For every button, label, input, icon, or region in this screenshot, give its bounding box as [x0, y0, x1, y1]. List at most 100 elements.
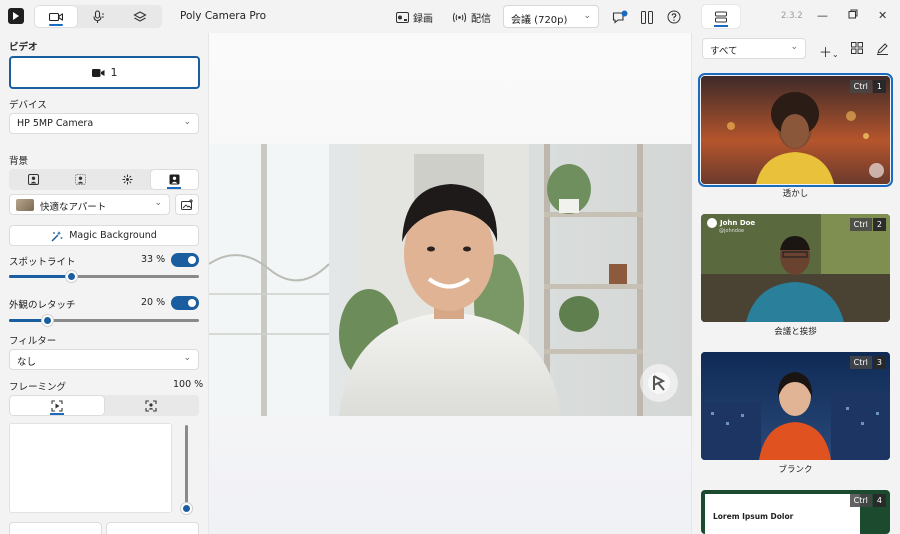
- overlay-name: John Doe: [720, 219, 756, 227]
- framing-heading: フレーミング: [9, 382, 67, 393]
- appearance-value: 20 %: [141, 297, 166, 308]
- magic-wand-icon: [51, 230, 63, 242]
- scene-card[interactable]: Lorem Ipsum Dolor Ctrl 4: [701, 490, 890, 534]
- mode-select-value: 会議 (720p): [511, 15, 568, 26]
- appearance-toggle[interactable]: [171, 296, 199, 310]
- overlay-title: Lorem Ipsum Dolor: [713, 512, 794, 521]
- sparkle-person-icon: [122, 174, 133, 185]
- shortcut-number: 1: [872, 80, 886, 93]
- image-add-icon: [180, 199, 193, 210]
- tab-background-replace[interactable]: [151, 170, 198, 189]
- chevron-down-icon: ⌄: [183, 353, 191, 363]
- microphone-icon: [93, 9, 104, 23]
- video-camera-icon: [91, 68, 104, 77]
- chevron-down-icon: ⌄: [183, 117, 191, 127]
- background-image-select[interactable]: 快適なアパート ⌄: [9, 194, 170, 215]
- camera-feed-image: [209, 144, 693, 416]
- tab-video[interactable]: [35, 6, 77, 27]
- record-label: 録画: [413, 14, 433, 25]
- mode-select[interactable]: 会議 (720p) ⌄: [503, 5, 599, 28]
- frame-person-icon: [145, 399, 157, 412]
- slider-thumb[interactable]: [40, 314, 54, 327]
- shortcut-badge: Ctrl 2: [849, 218, 886, 231]
- name-overlay: John Doe: [707, 218, 755, 228]
- device-dropdown-value: HP 5MP Camera: [17, 118, 94, 129]
- maximize-icon[interactable]: [848, 9, 858, 22]
- help-icon[interactable]: [666, 9, 682, 25]
- slider-thumb[interactable]: [65, 270, 79, 283]
- background-mode-tabs: [9, 169, 199, 190]
- tab-layers[interactable]: [119, 6, 161, 27]
- spotlight-toggle[interactable]: [171, 253, 199, 267]
- person-blur-icon: [75, 174, 86, 185]
- main-mode-tabs: [34, 5, 162, 28]
- overlay-handle: @johndoe: [719, 228, 745, 234]
- grid-view-icon[interactable]: [851, 42, 863, 58]
- auto-frame-icon: [51, 399, 63, 412]
- tab-background-blur[interactable]: [57, 170, 104, 189]
- shortcut-badge: Ctrl 1: [849, 80, 886, 93]
- zoom-slider[interactable]: [180, 425, 193, 515]
- ctrl-key: Ctrl: [849, 356, 872, 369]
- close-icon[interactable]: ✕: [878, 9, 887, 22]
- edit-icon[interactable]: [876, 42, 889, 59]
- bottom-action-button[interactable]: [106, 522, 199, 534]
- tab-framing-auto[interactable]: [10, 396, 104, 415]
- shortcut-badge: Ctrl 3: [849, 356, 886, 369]
- framing-value: 100 %: [173, 379, 204, 390]
- app-title: Poly Camera Pro: [180, 10, 267, 22]
- scene-card[interactable]: Ctrl 3: [701, 352, 890, 460]
- poly-watermark-icon: [640, 364, 678, 402]
- minimize-icon[interactable]: —: [817, 9, 828, 22]
- split-view-icon[interactable]: [639, 9, 655, 25]
- record-icon: [396, 12, 409, 23]
- shortcut-number: 2: [872, 218, 886, 231]
- tab-audio[interactable]: [77, 6, 119, 27]
- tab-background-effect[interactable]: [104, 170, 151, 189]
- broadcast-icon: [452, 12, 467, 23]
- chat-notification-icon[interactable]: [612, 9, 628, 25]
- framing-mode-tabs: [9, 395, 199, 416]
- framing-preview-area[interactable]: [9, 423, 172, 513]
- scenes-panel: 2.3.2 — ✕ すべて ⌄ ＋⌄ Ctrl 1 透かし John Doe @…: [692, 0, 900, 534]
- shortcut-number: 4: [872, 494, 886, 507]
- app-logo-icon: [8, 8, 24, 24]
- camera-select-button[interactable]: 1: [9, 56, 200, 89]
- chevron-down-icon: ⌄: [583, 11, 591, 21]
- tab-background-none[interactable]: [10, 170, 57, 189]
- add-background-button[interactable]: [175, 194, 199, 215]
- camera-preview[interactable]: [209, 144, 693, 416]
- tab-framing-manual[interactable]: [104, 396, 198, 415]
- camera-select-label: 1: [110, 66, 118, 79]
- scene-card[interactable]: Ctrl 1: [698, 73, 893, 187]
- preview-area: [208, 33, 693, 534]
- person-fill-icon: [169, 174, 180, 185]
- slider-thumb[interactable]: [180, 502, 193, 515]
- video-camera-icon: [49, 12, 63, 21]
- chevron-down-icon: ⌄: [790, 42, 798, 52]
- scene-filter-dropdown[interactable]: すべて ⌄: [702, 38, 806, 59]
- scene-card[interactable]: John Doe @johndoe Ctrl 2: [701, 214, 890, 322]
- spotlight-slider[interactable]: [9, 270, 199, 283]
- shortcut-number: 3: [872, 356, 886, 369]
- stack-icon: [715, 11, 727, 22]
- slide-overlay: Lorem Ipsum Dolor: [705, 494, 860, 534]
- background-thumbnail: [16, 199, 34, 211]
- person-frame-icon: [28, 174, 39, 185]
- bottom-action-button[interactable]: [9, 522, 102, 534]
- scenes-view-button[interactable]: [702, 5, 740, 28]
- stream-button[interactable]: 配信: [452, 10, 491, 25]
- filter-dropdown-value: なし: [17, 357, 37, 368]
- background-heading: 背景: [9, 156, 29, 167]
- stream-label: 配信: [471, 14, 491, 25]
- spotlight-value: 33 %: [141, 254, 166, 265]
- magic-background-button[interactable]: Magic Background: [9, 225, 199, 246]
- add-scene-icon[interactable]: ＋⌄: [819, 42, 839, 61]
- device-dropdown[interactable]: HP 5MP Camera ⌄: [9, 113, 199, 134]
- appearance-label: 外観のレタッチ: [9, 300, 76, 311]
- record-button[interactable]: 録画: [396, 10, 433, 25]
- appearance-slider[interactable]: [9, 314, 199, 327]
- filter-dropdown[interactable]: なし ⌄: [9, 349, 199, 370]
- filter-heading: フィルター: [9, 336, 57, 347]
- magic-background-label: Magic Background: [69, 230, 157, 241]
